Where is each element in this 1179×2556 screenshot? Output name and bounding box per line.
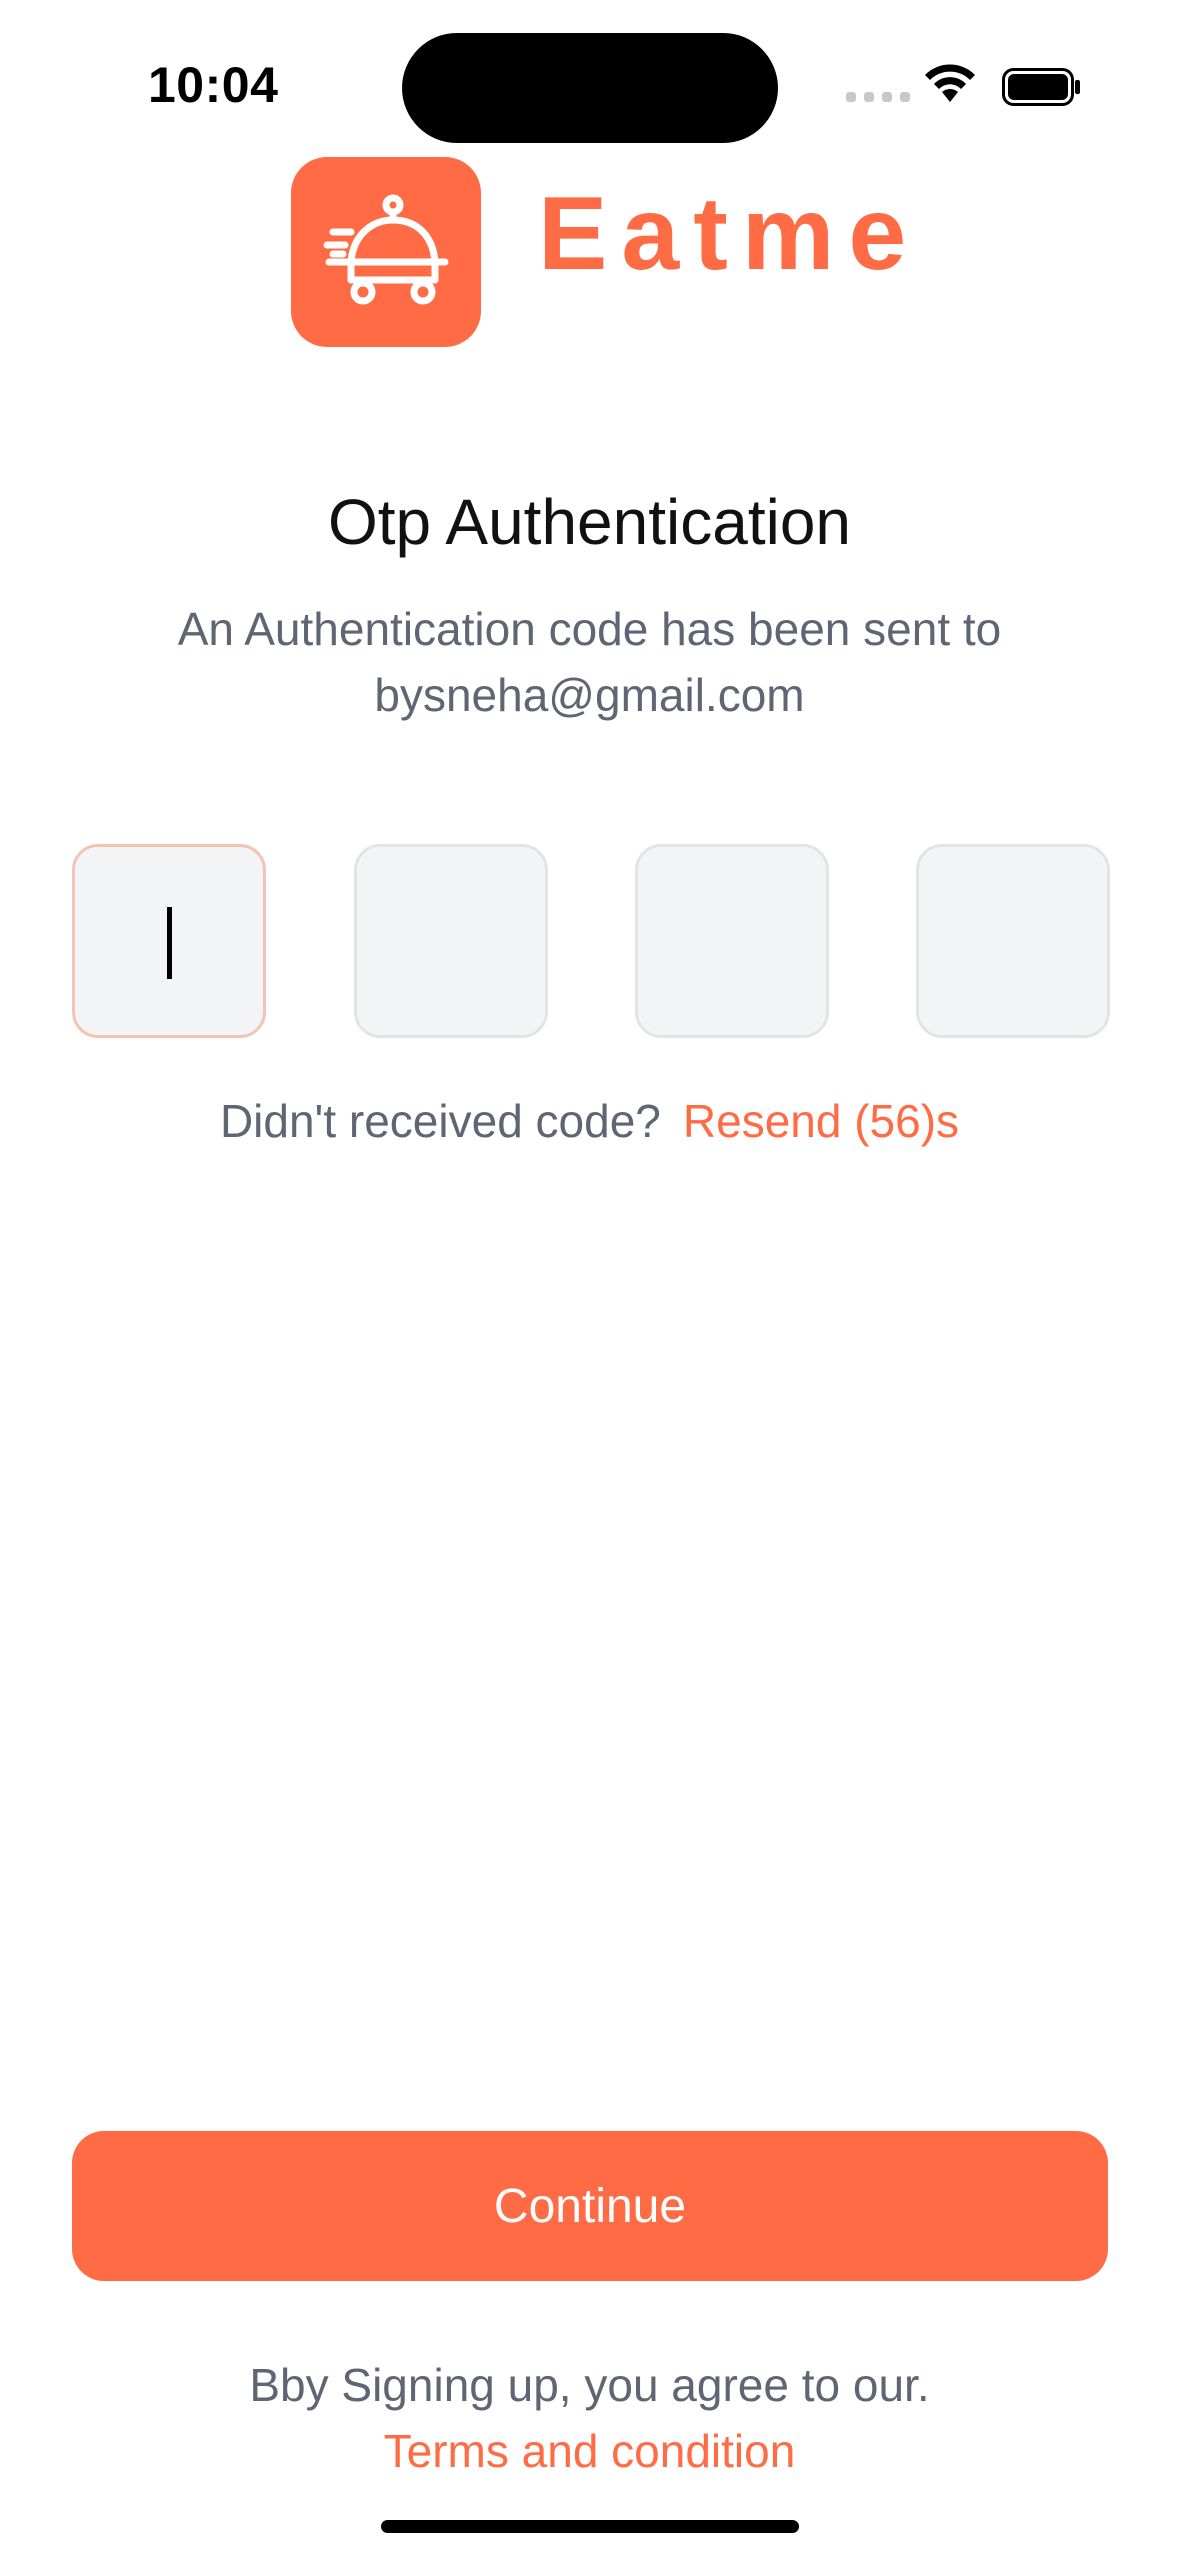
text-caret xyxy=(167,907,172,979)
status-time: 10:04 xyxy=(148,57,279,113)
dynamic-island xyxy=(402,33,778,143)
otp-digit-3[interactable] xyxy=(635,844,829,1038)
cellular-signal-icon xyxy=(846,92,910,102)
battery-icon xyxy=(1002,68,1082,111)
resend-prompt: Didn't received code? xyxy=(219,1095,661,1147)
subtitle-line: An Authentication code has been sent to xyxy=(177,603,1002,655)
brand-name: Eatme xyxy=(538,176,921,292)
resend-row: Didn't received code? Resend (56)s xyxy=(0,1094,1179,1148)
terms-link[interactable]: Terms and condition xyxy=(0,2424,1179,2478)
otp-digit-4[interactable] xyxy=(916,844,1110,1038)
otp-caret-wrapper xyxy=(72,844,266,1038)
continue-button[interactable]: Continue xyxy=(72,2131,1108,2281)
email-address: bysneha@gmail.com xyxy=(374,669,805,721)
otp-digit-2[interactable] xyxy=(354,844,548,1038)
delivery-cart-icon xyxy=(323,194,449,305)
terms-agreement-text: Bby Signing up, you agree to our. xyxy=(249,2359,930,2411)
page-title: Otp Authentication xyxy=(327,486,852,558)
wifi-icon xyxy=(922,62,978,109)
page-subtitle: An Authentication code has been sent to … xyxy=(0,596,1179,728)
app-logo xyxy=(291,157,481,347)
resend-link[interactable]: Resend (56)s xyxy=(683,1095,959,1147)
home-indicator[interactable] xyxy=(381,2520,799,2533)
